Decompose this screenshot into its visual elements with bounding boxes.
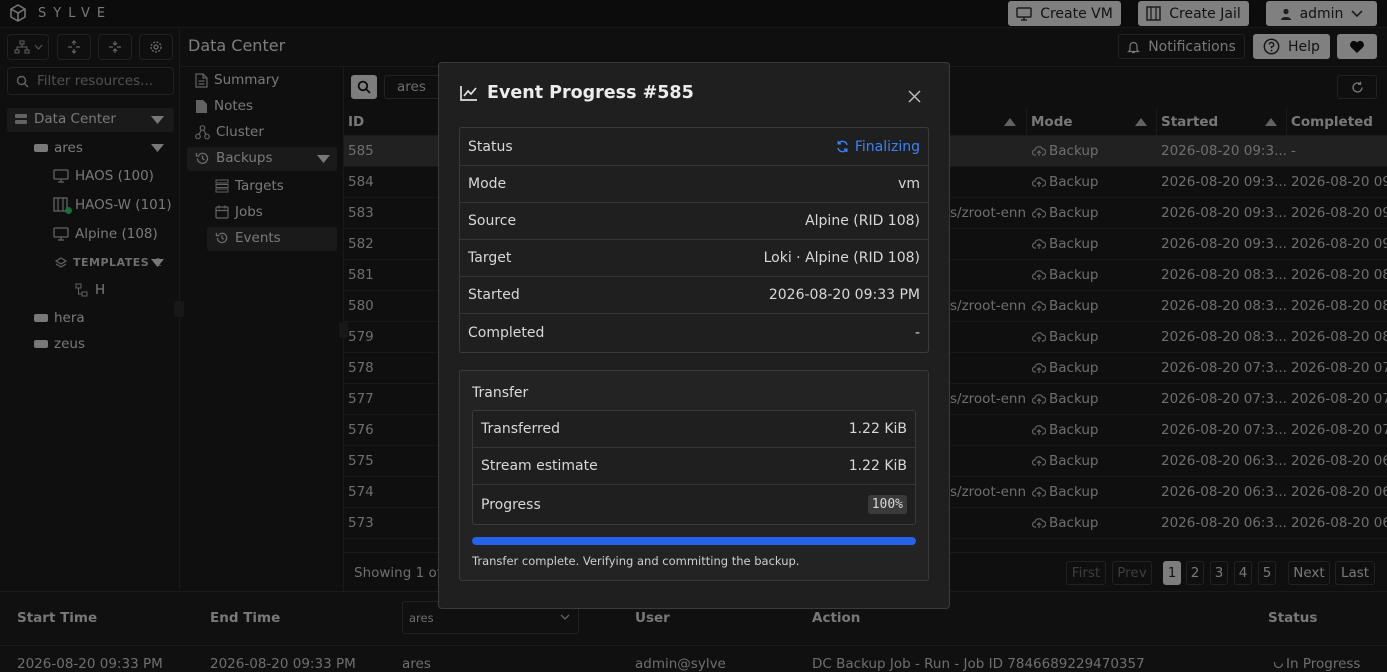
transfer-section: Transfer Transferred 1.22 KiB Stream est…	[459, 370, 929, 581]
stat-label: Transferred	[481, 421, 560, 437]
field-source: Source Alpine (RID 108)	[460, 203, 928, 240]
trend-chart-icon	[460, 85, 478, 101]
field-label: Mode	[468, 176, 507, 192]
field-value: Loki · Alpine (RID 108)	[763, 250, 920, 266]
event-progress-dialog: Event Progress #585 Status Finalizing Mo…	[438, 62, 950, 609]
field-status-value: Finalizing	[836, 139, 920, 155]
transfer-message: Transfer complete. Verifying and committ…	[472, 554, 800, 568]
stat-label: Progress	[481, 496, 541, 513]
stat-stream-estimate: Stream estimate 1.22 KiB	[473, 448, 915, 485]
progress-fill	[472, 537, 916, 545]
stat-transferred: Transferred 1.22 KiB	[473, 411, 915, 448]
dialog-title: Event Progress #585	[487, 83, 694, 103]
close-icon[interactable]	[908, 90, 921, 103]
field-label: Target	[468, 250, 512, 266]
field-value: -	[914, 325, 920, 341]
progress-track	[472, 537, 916, 545]
field-target: Target Loki · Alpine (RID 108)	[460, 240, 928, 277]
field-value: Alpine (RID 108)	[805, 213, 920, 229]
transfer-stats: Transferred 1.22 KiB Stream estimate 1.2…	[472, 410, 916, 525]
stat-progress: Progress 100%	[473, 485, 915, 524]
sync-icon	[836, 140, 849, 153]
field-status: Status Finalizing	[460, 128, 928, 166]
stat-value: 1.22 KiB	[848, 458, 907, 474]
transfer-title: Transfer	[472, 385, 529, 401]
field-label: Completed	[468, 325, 545, 341]
progress-badge: 100%	[867, 495, 907, 514]
field-mode: Mode vm	[460, 166, 928, 203]
stat-label: Stream estimate	[481, 458, 598, 474]
field-label: Status	[468, 138, 513, 155]
field-value: vm	[898, 176, 920, 192]
field-label: Started	[468, 287, 520, 303]
field-completed: Completed -	[460, 314, 928, 352]
status-text: Finalizing	[854, 138, 920, 155]
field-value: 2026-08-20 09:33 PM	[768, 287, 920, 303]
field-label: Source	[468, 213, 517, 229]
event-details-table: Status Finalizing Mode vm Source Alpine …	[459, 127, 929, 353]
stat-value: 1.22 KiB	[848, 421, 907, 437]
field-started: Started 2026-08-20 09:33 PM	[460, 277, 928, 314]
